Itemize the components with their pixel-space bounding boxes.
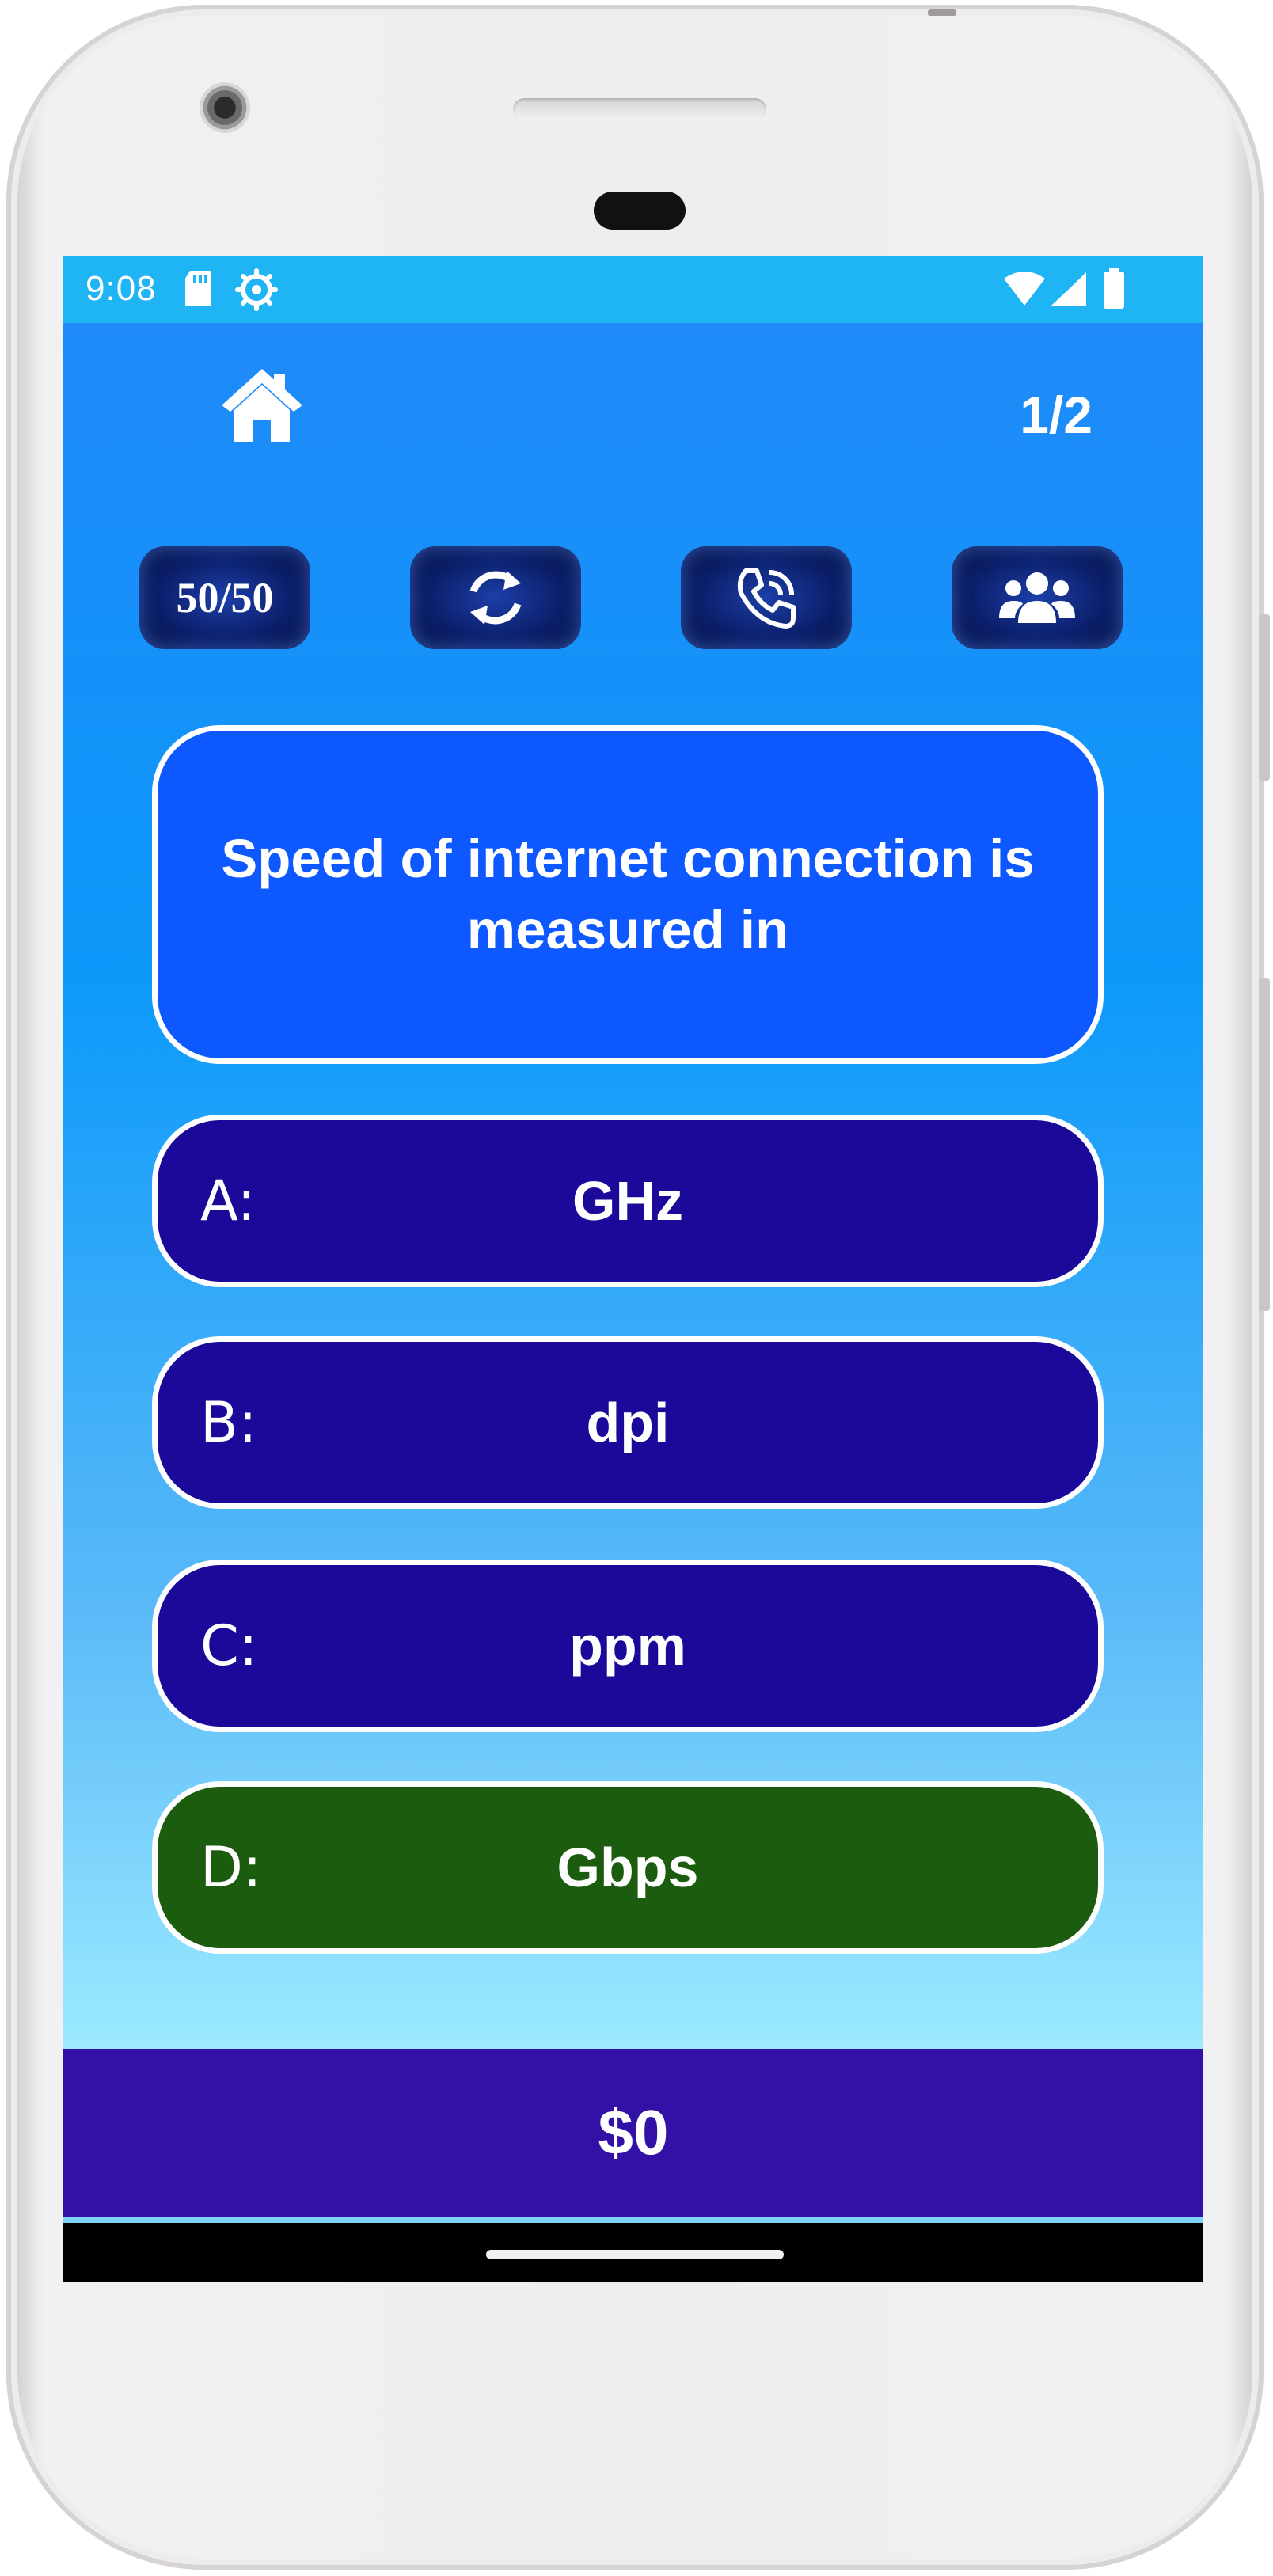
refresh-icon: [469, 571, 522, 625]
question-box: Speed of internet connection is measured…: [152, 725, 1104, 1064]
quiz-screen: 1/2 50/50 Speed of internet connection i…: [63, 323, 1203, 2049]
top-notch: [928, 9, 956, 16]
prize-amount: $0: [598, 2097, 669, 2168]
status-bar: 9:08: [63, 256, 1203, 323]
answer-option-b[interactable]: B: dpi: [152, 1336, 1104, 1509]
earpiece-speaker: [513, 98, 766, 120]
navigation-bar: [63, 2223, 1203, 2282]
settings-gear-icon: [234, 268, 279, 316]
home-button[interactable]: [218, 366, 306, 445]
battery-icon: [1102, 268, 1126, 314]
cell-signal-icon: [1050, 271, 1088, 311]
answer-option-a[interactable]: A: GHz: [152, 1115, 1104, 1287]
ask-audience-button[interactable]: [952, 546, 1123, 649]
swap-question-button[interactable]: [410, 546, 581, 649]
divider: [63, 2217, 1203, 2223]
answer-text: ppm: [569, 1615, 686, 1677]
answer-text: Gbps: [557, 1837, 699, 1898]
answer-text: GHz: [572, 1170, 683, 1232]
home-gesture-handle[interactable]: [486, 2250, 784, 2259]
audience-icon: [999, 572, 1075, 623]
proximity-sensor: [594, 192, 686, 230]
answer-text: dpi: [586, 1392, 670, 1453]
question-text: Speed of internet connection is measured…: [221, 828, 1035, 960]
answer-option-c[interactable]: C: ppm: [152, 1560, 1104, 1732]
fifty-fifty-label: 50/50: [176, 574, 274, 621]
prize-amount-bar: $0: [63, 2049, 1203, 2217]
phone-call-icon: [737, 568, 796, 629]
phone-a-friend-button[interactable]: [681, 546, 852, 649]
power-button: [1259, 614, 1270, 781]
screen: 9:08 1/2 50/50 Speed of internet connect…: [63, 256, 1203, 2282]
fifty-fifty-button[interactable]: 50/50: [139, 546, 310, 649]
sd-card-icon: [182, 268, 214, 313]
wifi-icon: [1002, 271, 1047, 311]
home-icon: [222, 369, 302, 442]
question-counter: 1/2: [1020, 386, 1092, 444]
answer-option-d[interactable]: D: Gbps: [152, 1781, 1104, 1954]
volume-button: [1259, 978, 1270, 1311]
status-time: 9:08: [86, 269, 157, 308]
front-camera: [200, 82, 250, 133]
